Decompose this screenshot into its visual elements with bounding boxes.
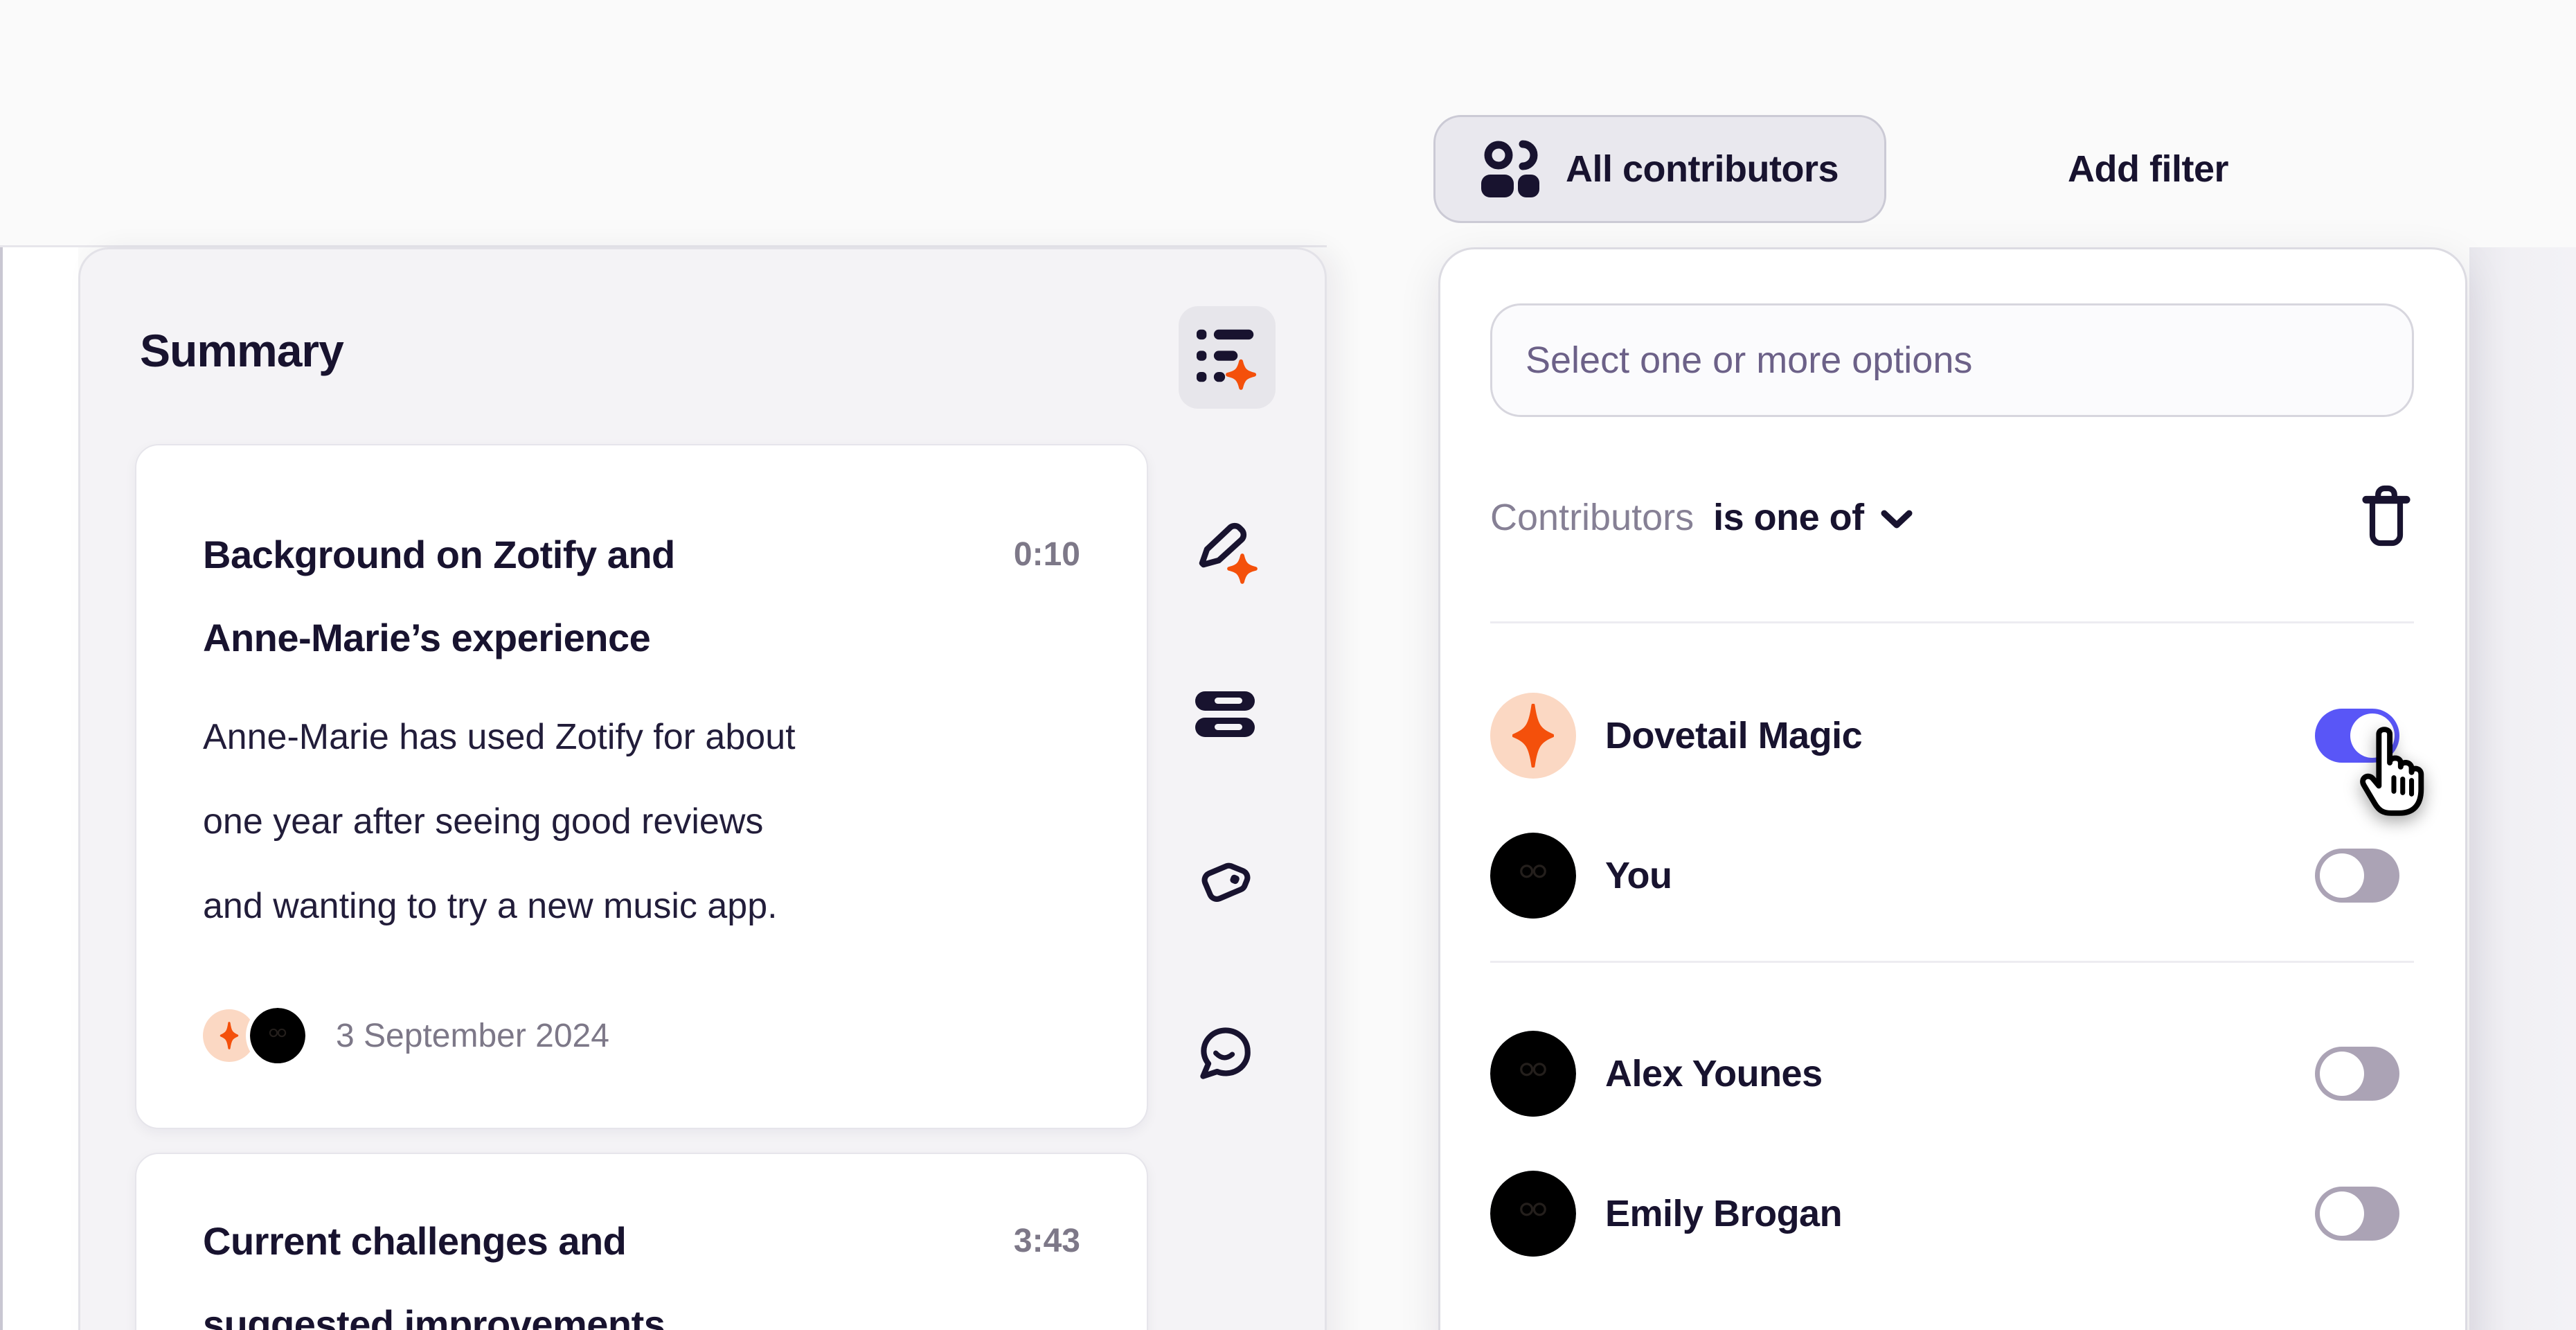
video-area-border (0, 247, 3, 1330)
summary-card-title: Current challenges and suggested improve… (203, 1200, 923, 1330)
contributor-name: Dovetail Magic (1605, 714, 1862, 757)
summary-card-date: 3 September 2024 (336, 1017, 609, 1055)
delete-filter-trash-icon[interactable] (2359, 484, 2414, 551)
tag-icon[interactable] (1194, 851, 1258, 915)
dovetail-highlight-reel-screen: All contributors Add filter Summary (0, 0, 2576, 1330)
toggle-knob (2320, 1191, 2364, 1236)
summary-card-timestamp: 3:43 (1014, 1200, 1080, 1283)
sparkle-icon (1512, 704, 1554, 768)
chevron-down-icon[interactable] (1881, 510, 1913, 533)
contributor-avatar (1490, 693, 1576, 779)
all-contributors-label: All contributors (1566, 148, 1839, 190)
contributor-avatar (246, 1004, 310, 1067)
feedback-chat-icon[interactable] (1194, 1023, 1258, 1087)
summary-card-title: Background on Zotify and Anne-Marie’s ex… (203, 513, 923, 680)
contributor-select-input[interactable] (1492, 339, 2412, 382)
add-filter-button[interactable]: Add filter (2068, 115, 2228, 223)
contributor-toggle[interactable] (2315, 1047, 2399, 1101)
contributor-option-row[interactable]: Dovetail Magic (1490, 677, 2414, 795)
summary-card[interactable]: Current challenges and suggested improve… (135, 1153, 1148, 1330)
toggle-knob (2320, 853, 2364, 898)
video-area-edge (0, 247, 78, 1330)
summary-view-button[interactable] (1179, 306, 1276, 409)
divider (1490, 961, 2414, 963)
all-contributors-button[interactable]: All contributors (1433, 115, 1886, 223)
contributor-select-field[interactable] (1490, 303, 2414, 417)
contributor-name: You (1605, 854, 1672, 897)
highlight-pencil-sparkle-icon[interactable] (1194, 519, 1258, 583)
contributors-filter-popover: Contributors is one of (1438, 247, 2467, 1330)
summary-list-sparkle-icon (1197, 326, 1258, 390)
background-shade (2469, 247, 2576, 1330)
toggle-knob (2320, 1052, 2364, 1096)
contributor-name: Emily Brogan (1605, 1192, 1842, 1235)
summary-card[interactable]: Background on Zotify and Anne-Marie’s ex… (135, 444, 1148, 1129)
contributor-avatar (1490, 1031, 1576, 1117)
toggle-knob (2350, 713, 2395, 758)
filter-condition-row: Contributors is one of (1490, 466, 2414, 569)
summary-card-meta: 3 September 2024 (203, 1002, 609, 1069)
contributor-option-row[interactable]: You (1490, 817, 2414, 934)
contributors-people-icon (1481, 136, 1539, 203)
filter-operator-dropdown[interactable]: is one of (1713, 496, 1864, 539)
contributor-avatar (1490, 833, 1576, 919)
contributor-options-list: Dovetail Magic You (1490, 677, 2414, 1295)
summary-panel-title: Summary (140, 324, 343, 377)
contributor-toggle[interactable] (2315, 1187, 2399, 1241)
contributor-toggle[interactable] (2315, 709, 2399, 763)
contributor-toggle[interactable] (2315, 849, 2399, 903)
summary-card-body: Anne-Marie has used Zotify for about one… (203, 695, 796, 948)
summary-card-timestamp: 0:10 (1014, 513, 1080, 596)
divider (1490, 621, 2414, 623)
summary-panel: Summary (78, 247, 1327, 1330)
contributor-name: Alex Younes (1605, 1052, 1823, 1095)
contributor-option-row[interactable]: Alex Younes (1490, 1015, 2414, 1133)
fields-rows-icon[interactable] (1194, 683, 1258, 747)
contributor-option-row[interactable]: Emily Brogan (1490, 1155, 2414, 1273)
filter-field-label: Contributors (1490, 496, 1694, 539)
contributor-avatar (1490, 1171, 1576, 1257)
